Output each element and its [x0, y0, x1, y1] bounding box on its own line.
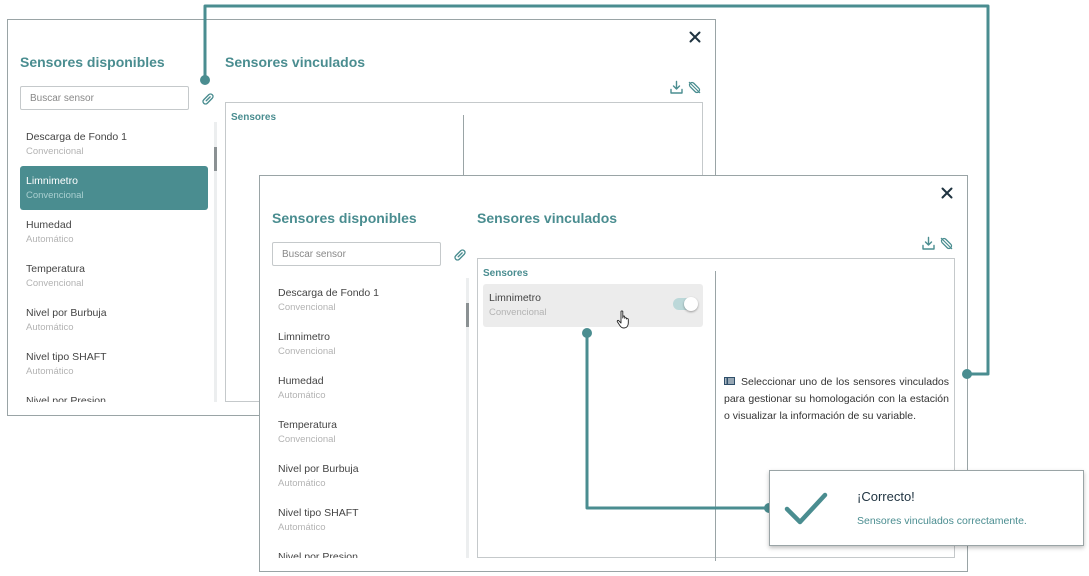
search-input[interactable] [20, 86, 189, 110]
sensor-name: Temperatura [278, 419, 337, 431]
check-icon [784, 491, 828, 527]
sensor-type: Automático [26, 322, 74, 333]
list-scrollbar[interactable] [466, 278, 469, 558]
toast-message: Sensores vinculados correctamente. [857, 515, 1027, 527]
info-message: Seleccionar uno de los sensores vinculad… [724, 376, 949, 422]
close-icon[interactable] [939, 185, 955, 201]
scrollbar-thumb[interactable] [214, 147, 217, 171]
sensor-type: Automático [278, 478, 326, 489]
available-sensors-title: Sensores disponibles [272, 210, 417, 226]
sensors-label: Sensores [483, 268, 529, 279]
sensor-name: Nivel tipo SHAFT [278, 507, 359, 519]
scrollbar-thumb[interactable] [466, 303, 469, 327]
sensor-name: Descarga de Fondo 1 [26, 131, 127, 143]
sensor-name: Humedad [26, 219, 72, 231]
sensor-type: Automático [26, 366, 74, 377]
list-item[interactable]: Descarga de Fondo 1 Convencional [272, 278, 460, 322]
list-item[interactable]: Nivel por Presion [20, 386, 208, 402]
hand-pointer-icon [616, 310, 632, 330]
sensor-type: Convencional [26, 190, 84, 201]
list-item[interactable]: Humedad Automático [272, 366, 460, 410]
unlink-icon[interactable] [687, 80, 702, 95]
sensor-type: Convencional [26, 146, 84, 157]
sensor-name: Limnimetro [278, 331, 330, 343]
available-sensors-list: Descarga de Fondo 1 Convencional Limnime… [272, 278, 460, 558]
sensor-type: Convencional [278, 302, 336, 313]
sensor-name: Temperatura [26, 263, 85, 275]
sensor-name: Limnimetro [26, 175, 78, 187]
sensor-toggle[interactable] [673, 297, 698, 311]
toast-title: ¡Correcto! [857, 489, 915, 504]
toggle-knob [684, 297, 698, 311]
search-input[interactable] [272, 242, 441, 266]
list-item[interactable]: Temperatura Convencional [20, 254, 208, 298]
list-item[interactable]: Nivel por Burbuja Automático [20, 298, 208, 342]
sensor-type: Automático [26, 234, 74, 245]
sensor-name: Nivel por Presion [26, 395, 106, 402]
sensor-name: Nivel por Burbuja [26, 307, 107, 319]
info-text: Seleccionar uno de los sensores vinculad… [724, 374, 949, 425]
paperclip-icon[interactable] [452, 247, 468, 263]
list-item[interactable]: Limnimetro Convencional [20, 166, 208, 210]
sensor-name: Nivel por Presion [278, 551, 358, 558]
sensor-name: Descarga de Fondo 1 [278, 287, 379, 299]
sensors-label: Sensores [231, 112, 277, 123]
sensor-name: Limnimetro [489, 292, 541, 304]
list-item[interactable]: Temperatura Convencional [272, 410, 460, 454]
list-item[interactable]: Nivel tipo SHAFT Automático [20, 342, 208, 386]
paperclip-icon[interactable] [200, 91, 216, 107]
success-toast: ¡Correcto! Sensores vinculados correctam… [769, 470, 1084, 546]
download-icon[interactable] [669, 80, 684, 95]
list-item[interactable]: Nivel tipo SHAFT Automático [272, 498, 460, 542]
sensor-type: Convencional [278, 434, 336, 445]
linked-sensor-card[interactable]: Limnimetro Convencional [483, 284, 703, 330]
close-icon[interactable] [687, 29, 703, 45]
available-sensors-list: Descarga de Fondo 1 Convencional Limnime… [20, 122, 208, 402]
sensor-type: Automático [278, 390, 326, 401]
sensor-name: Nivel tipo SHAFT [26, 351, 107, 363]
linked-sensors-title: Sensores vinculados [477, 210, 618, 226]
list-scrollbar[interactable] [214, 122, 217, 402]
list-icon [724, 377, 735, 385]
sensor-type: Convencional [489, 307, 547, 318]
list-item[interactable]: Descarga de Fondo 1 Convencional [20, 122, 208, 166]
list-item[interactable]: Nivel por Burbuja Automático [272, 454, 460, 498]
download-icon[interactable] [921, 236, 936, 251]
sensor-type: Convencional [278, 346, 336, 357]
unlink-icon[interactable] [939, 236, 954, 251]
linked-sensors-title: Sensores vinculados [225, 54, 366, 70]
list-item[interactable]: Humedad Automático [20, 210, 208, 254]
column-divider [715, 271, 716, 561]
list-item[interactable]: Limnimetro Convencional [272, 322, 460, 366]
sensor-name: Nivel por Burbuja [278, 463, 359, 475]
sensor-type: Convencional [26, 278, 84, 289]
sensor-name: Humedad [278, 375, 324, 387]
available-sensors-title: Sensores disponibles [20, 54, 165, 70]
sensor-type: Automático [278, 522, 326, 533]
list-item[interactable]: Nivel por Presion [272, 542, 460, 558]
